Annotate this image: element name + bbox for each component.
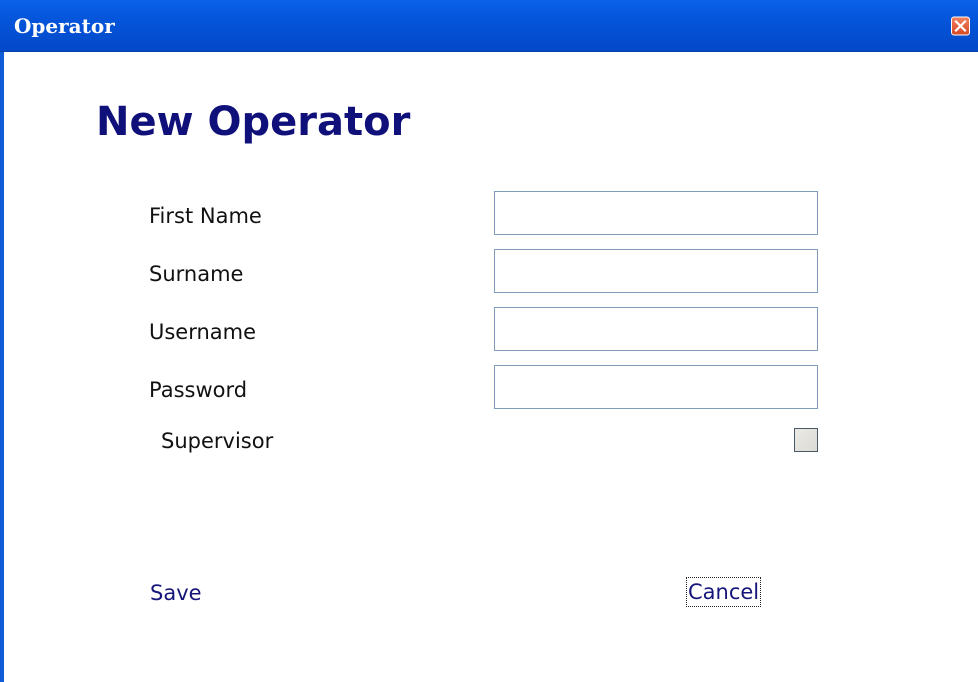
page-title: New Operator [96, 99, 411, 145]
first-name-input[interactable] [494, 191, 818, 235]
username-input[interactable] [494, 307, 818, 351]
surname-input[interactable] [494, 249, 818, 293]
supervisor-checkbox[interactable] [794, 428, 818, 452]
title-bar: Operator [0, 0, 978, 52]
save-button[interactable]: Save [150, 579, 202, 607]
cancel-button[interactable]: Cancel [685, 577, 762, 607]
window-title: Operator [14, 14, 115, 38]
close-button[interactable] [951, 16, 970, 36]
surname-label: Surname [149, 262, 244, 286]
operator-window: Operator New Operator First Name Surname… [0, 0, 978, 682]
close-icon [954, 19, 967, 33]
password-input[interactable] [494, 365, 818, 409]
username-label: Username [149, 320, 257, 344]
supervisor-label: Supervisor [161, 429, 274, 453]
form-content: New Operator First Name Surname Username… [4, 52, 978, 682]
password-label: Password [149, 378, 248, 402]
first-name-label: First Name [149, 204, 262, 228]
